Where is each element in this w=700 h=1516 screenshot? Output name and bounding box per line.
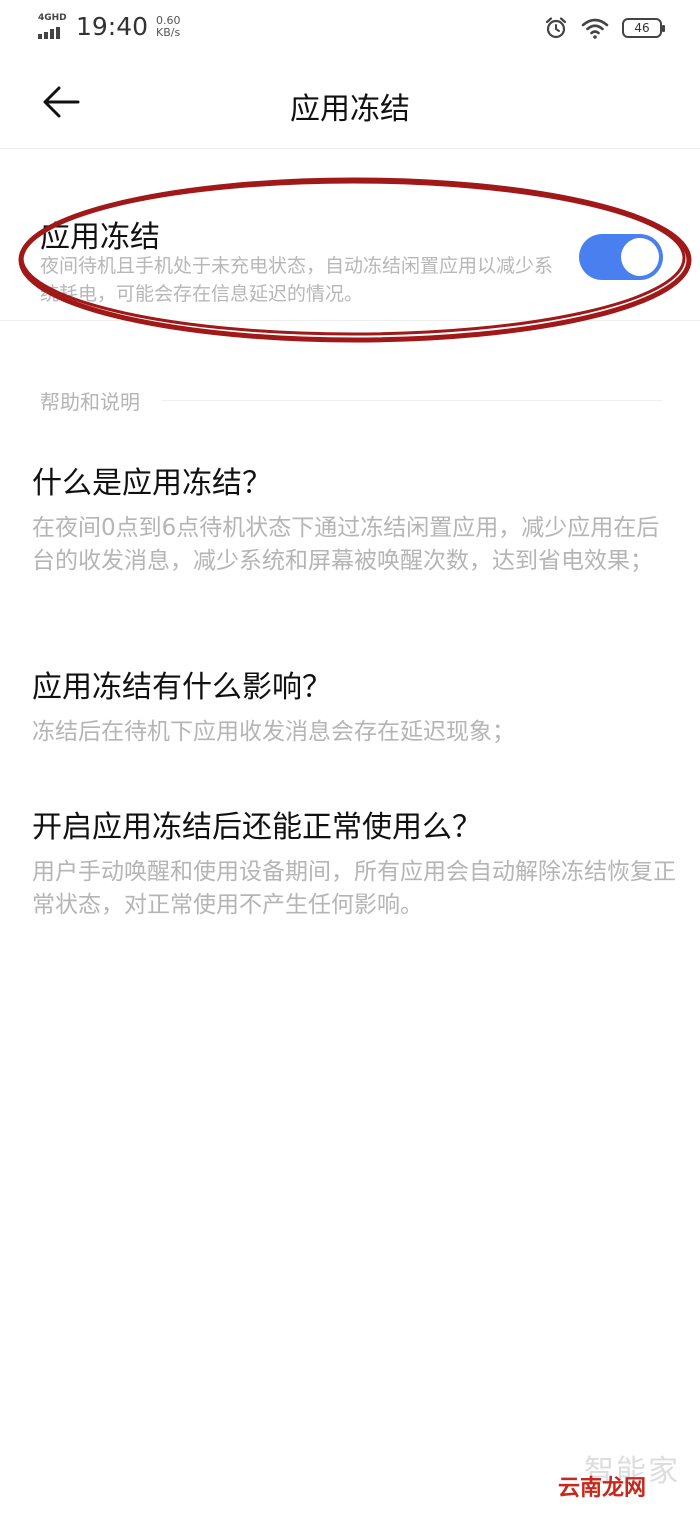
app-header: 应用冻结: [0, 56, 700, 149]
section-divider: [162, 400, 662, 401]
signal-icon: 4GHD: [38, 13, 70, 41]
setting-title: 应用冻结: [40, 220, 160, 255]
faq-answer: 冻结后在待机下应用收发消息会存在延迟现象；: [32, 719, 515, 745]
faq-answer: 在夜间0点到6点待机状态下通过冻结闲置应用，减少应用在后台的收发消息，减少系统和…: [32, 515, 660, 574]
setting-description: 夜间待机且手机处于未充电状态，自动冻结闲置应用以减少系统耗电，可能会存在信息延迟…: [40, 255, 554, 305]
speed-value: 0.60: [156, 13, 181, 27]
speed-unit: KB/s: [156, 25, 181, 39]
watermark: 智能家 云南龙网: [558, 1446, 688, 1506]
network-speed: 0.60 KB/s: [156, 13, 181, 39]
faq-question: 应用冻结有什么影响？: [32, 670, 332, 705]
section-label: 帮助和说明: [40, 390, 140, 414]
status-left: 4GHD 19:40 0.60 KB/s: [38, 12, 181, 41]
status-bar: 4GHD 19:40 0.60 KB/s 46: [0, 0, 700, 56]
wifi-icon: [581, 18, 609, 39]
app-freeze-setting-row[interactable]: 应用冻结 夜间待机且手机处于未充电状态，自动冻结闲置应用以减少系统耗电，可能会存…: [0, 148, 700, 321]
network-type: 4GHD: [38, 12, 67, 23]
alarm-icon: [545, 17, 567, 39]
app-freeze-toggle[interactable]: [579, 234, 663, 280]
help-section-header: 帮助和说明: [40, 386, 662, 415]
battery-level: 46: [634, 21, 650, 35]
faq-question: 什么是应用冻结？: [32, 466, 272, 501]
battery-icon: 46: [622, 18, 665, 38]
status-time: 19:40: [76, 12, 149, 41]
page-title: 应用冻结: [290, 92, 410, 127]
status-right: 46: [544, 16, 665, 40]
faq-answer: 用户手动唤醒和使用设备期间，所有应用会自动解除冻结恢复正常状态，对正常使用不产生…: [32, 859, 676, 918]
faq-question: 开启应用冻结后还能正常使用么？: [32, 810, 482, 845]
watermark-bottom: 云南龙网: [558, 1476, 647, 1501]
toggle-knob: [621, 238, 659, 276]
